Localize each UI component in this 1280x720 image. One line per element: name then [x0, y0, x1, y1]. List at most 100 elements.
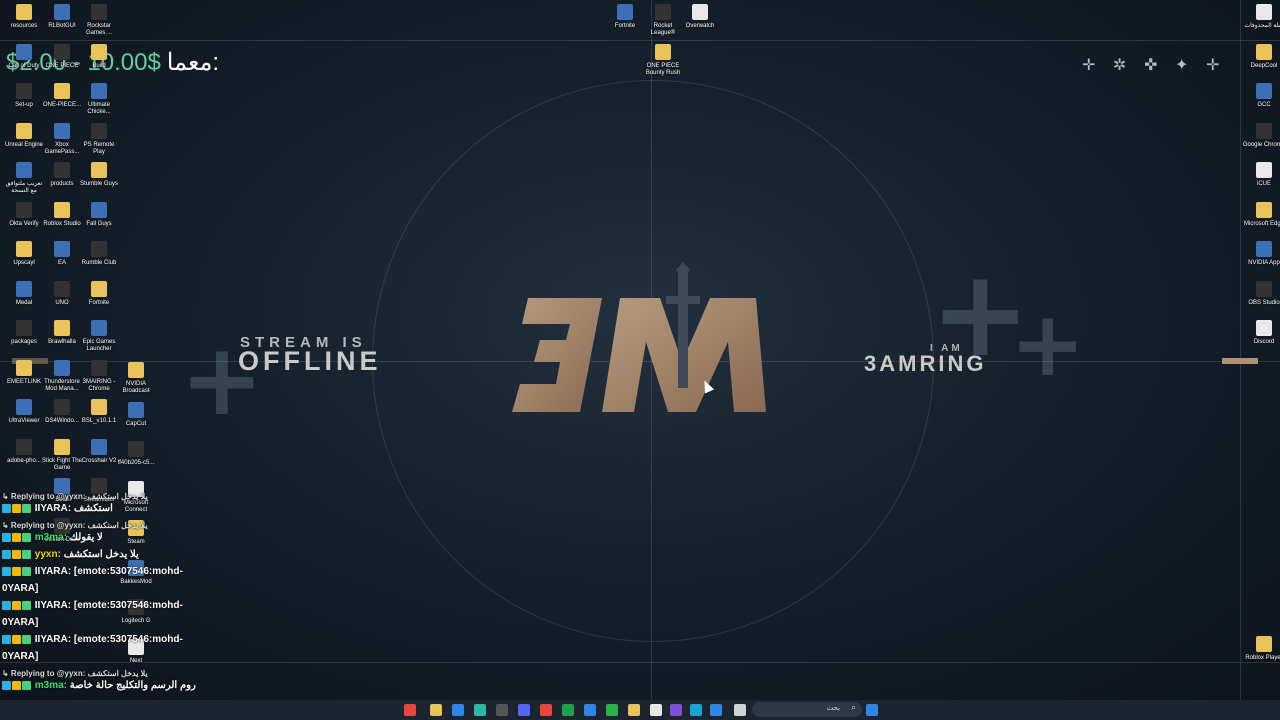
discord-icon[interactable] [518, 704, 530, 716]
chat-username: IIYARA: [32, 600, 74, 611]
desktop-shortcut[interactable]: Ultimate Chicke... [77, 83, 121, 116]
shortcut-icon [91, 83, 107, 99]
shortcut-icon [1256, 4, 1272, 20]
desktop-shortcut[interactable]: Fortnite [77, 280, 121, 307]
chat-badge-icon [2, 634, 11, 644]
message-text: [emote:5307546:mohd- [73, 600, 183, 611]
desktop-shortcut[interactable]: Fall Guys [77, 201, 121, 228]
shortcut-icon [128, 401, 144, 418]
shortcut-icon [617, 4, 633, 20]
shortcut-label: DeepCool [1250, 62, 1278, 69]
shortcut-label: سلة المحذوفات [1244, 23, 1280, 29]
app-icon[interactable] [670, 704, 682, 716]
shortcut-label: GCC [1257, 102, 1271, 108]
chat-badge-icon [22, 503, 31, 513]
shortcut-icon [54, 438, 70, 455]
chat-badge-icon [22, 680, 31, 690]
shortcut-icon [54, 320, 70, 336]
app-icon[interactable] [474, 704, 486, 716]
desktop-shortcut[interactable]: Overwatch [678, 4, 722, 30]
shortcut-label: iCUE [1256, 181, 1271, 187]
shortcut-icon [91, 4, 107, 20]
start-icon[interactable] [866, 704, 878, 716]
desktop-shortcut[interactable]: OBS Studio [1242, 280, 1280, 307]
desktop-shortcut[interactable]: DeepCool [1242, 43, 1280, 70]
folder-icon[interactable] [430, 704, 442, 716]
desktop-shortcut[interactable]: Roblox Player [1242, 636, 1280, 662]
shortcut-label: Ultimate Chicke... [87, 102, 111, 115]
desktop-shortcut[interactable]: ONE PIECE Bounty Rush [641, 44, 685, 77]
chat-username: yyxn: [32, 549, 64, 560]
app-icon[interactable] [452, 704, 464, 716]
chat-message: 0YARA] [2, 650, 38, 663]
shortcut-icon [91, 320, 107, 336]
shortcut-label: ONE PIECE Bounty Rush [645, 63, 681, 76]
app-icon[interactable] [606, 704, 618, 716]
chat-message: IIYARA: استكشف [2, 502, 113, 515]
app-icon[interactable] [650, 704, 662, 716]
reply-text: ↳ Replying to @yyxn: يلا يدخل استكشف [2, 521, 148, 530]
desktop-shortcut[interactable]: Discord [1242, 320, 1280, 346]
chat-username: m3ma: [32, 532, 70, 543]
desktop-shortcut[interactable]: Epic Games Launcher [77, 320, 121, 353]
desktop-shortcut[interactable]: Google Chrome [1242, 122, 1280, 149]
shortcut-label: BakkesMod [120, 578, 152, 585]
shortcut-icon [91, 438, 107, 455]
desktop-shortcut[interactable]: Microsoft Edge [1242, 201, 1280, 228]
message-text: [emote:5307546:mohd- [73, 634, 183, 645]
xbox-icon[interactable] [562, 704, 574, 716]
store-icon[interactable] [584, 704, 596, 716]
chat-badge-icon [12, 503, 21, 513]
shortcut-icon [54, 241, 70, 257]
shortcut-icon [128, 362, 144, 378]
reply-text: ↳ Replying to @yyxn: يلا يدخل استكشف [2, 492, 148, 501]
taskbar-search[interactable]: بحث ⌕ [752, 702, 862, 717]
chat-badge-icon [12, 680, 21, 690]
desktop-shortcut[interactable]: Rockstar Games ... [77, 4, 121, 37]
chrome-icon[interactable] [540, 704, 552, 716]
desktop-shortcut[interactable]: Rumble Club [77, 241, 121, 267]
shortcut-icon [91, 162, 107, 178]
accent-bar [1222, 358, 1258, 364]
brave-icon[interactable] [404, 704, 416, 716]
chat-badge-icon [22, 549, 31, 559]
shortcut-label: Rockstar Games ... [85, 23, 112, 36]
desktop-shortcut[interactable]: GCC [1242, 83, 1280, 109]
shortcut-icon [16, 320, 32, 336]
shortcut-label: OBS Studio [1248, 299, 1280, 306]
crosshair-icon: ✦ [1175, 55, 1189, 74]
desktop-shortcut[interactable]: سلة المحذوفات [1242, 4, 1280, 30]
shortcut-icon [1256, 122, 1272, 139]
chat-message: IIYARA: [emote:5307546:mohd- [2, 565, 183, 578]
shortcut-label: Google Chrome [1242, 141, 1280, 148]
shortcut-label: Fortnite [88, 299, 110, 306]
shortcut-label: Build [92, 62, 106, 69]
desktop-shortcut[interactable]: Stumble Guys [77, 162, 121, 188]
obs-icon[interactable] [496, 704, 508, 716]
desktop-shortcut[interactable]: iCUE [1242, 162, 1280, 188]
desktop-shortcut[interactable]: NVIDIA Broadcast [114, 362, 158, 395]
message-text: 0YARA] [2, 583, 39, 594]
channel-logo [512, 262, 766, 412]
desktop-shortcut[interactable]: NVIDIA App [1242, 241, 1280, 267]
folder-icon[interactable] [628, 704, 640, 716]
shortcut-icon [54, 122, 70, 139]
shortcut-icon [91, 280, 107, 297]
shortcut-icon [1256, 43, 1272, 60]
shortcut-label: Logitech G [121, 618, 151, 624]
chat-message: IIYARA: [emote:5307546:mohd- [2, 599, 183, 612]
shortcut-label: Stumble Guys [80, 181, 118, 187]
desktop-shortcut[interactable]: Build [77, 43, 121, 70]
task-view-icon[interactable] [734, 704, 746, 716]
shortcut-icon [1256, 320, 1272, 336]
shortcut-icon [91, 359, 107, 376]
file-explorer-icon[interactable] [710, 704, 722, 716]
chat-message: m3ma: لا يقولك [2, 531, 103, 544]
channel-name-label: 3AMRING [864, 351, 987, 376]
chat-badge-icon [12, 566, 21, 576]
edge-icon[interactable] [690, 704, 702, 716]
desktop-shortcut[interactable]: PS Remote Play [77, 122, 121, 156]
shortcut-icon [54, 280, 70, 297]
desktop-shortcut[interactable]: ff40b205-c5... [114, 441, 158, 467]
desktop-shortcut[interactable]: CapCut [114, 401, 158, 428]
